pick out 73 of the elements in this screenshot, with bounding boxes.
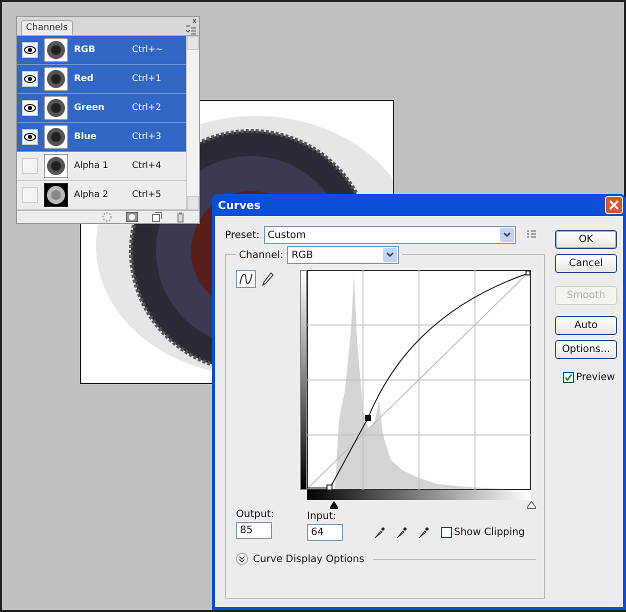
close-icon [609,200,619,210]
channel-row[interactable]: Blue Ctrl+3 [17,123,186,152]
input-label: Input: [307,511,338,522]
channel-row[interactable]: Alpha 1 Ctrl+4 [17,152,186,181]
curve-tool[interactable] [236,270,256,288]
mask-icon[interactable] [126,212,138,222]
curve-display-options-label[interactable]: Curve Display Options [253,554,364,564]
channel-shortcut: Ctrl+5 [132,190,162,200]
input-field[interactable]: 64 [307,524,343,541]
visibility-toggle[interactable] [22,71,38,87]
visibility-toggle[interactable] [22,158,38,174]
preset-label: Preset: [225,230,260,240]
new-channel-icon[interactable] [152,212,162,222]
lens-thumbnail [44,154,68,178]
channel-shortcut: Ctrl+~ [132,45,164,55]
output-label: Output: [236,509,276,520]
channel-row[interactable]: Alpha 2 Ctrl+5 [17,181,186,210]
channel-row[interactable]: Green Ctrl+2 [17,94,186,123]
dialog-button[interactable]: Options... [555,340,617,359]
eyedropper-icon[interactable] [395,525,409,539]
show-clipping-checkbox[interactable] [441,527,452,538]
curve-graph[interactable] [307,270,531,490]
channel-name: Alpha 1 [74,161,110,171]
eyedropper-icon[interactable] [417,525,431,539]
show-clipping-label: Show Clipping [454,527,525,538]
eye-icon [24,133,36,141]
channel-shortcut: Ctrl+1 [132,74,162,84]
dialog-button[interactable]: Auto [555,316,617,335]
visibility-toggle[interactable] [22,42,38,58]
eyedropper-icon[interactable] [373,525,387,539]
channel-dropdown[interactable]: RGB [287,246,400,264]
channel-row[interactable]: RGB Ctrl+~ [17,36,186,65]
preview-checkbox[interactable] [563,372,574,383]
dialog-button[interactable]: Cancel [555,254,617,273]
highlight-slider[interactable] [526,501,536,509]
channel-row[interactable]: Red Ctrl+1 [17,65,186,94]
visibility-toggle[interactable] [22,129,38,145]
dialog-title: Curves [218,198,261,212]
channel-name: Alpha 2 [74,190,110,200]
eye-icon [24,104,36,112]
dialog-button[interactable]: OK [555,230,617,249]
preset-options-icon[interactable] [526,230,538,240]
visibility-toggle[interactable] [22,187,38,203]
chevron-icon [502,232,511,238]
visibility-toggle[interactable] [22,100,38,116]
channel-name: Red [74,74,94,84]
menu-icon[interactable] [185,27,197,35]
shadow-slider[interactable] [330,501,338,509]
dotted-circle-icon[interactable] [102,212,112,222]
close-icon[interactable] [185,17,197,27]
lens-thumbnail [44,183,68,207]
trash-icon[interactable] [176,212,185,222]
output-field[interactable]: 85 [236,522,272,539]
channel-shortcut: Ctrl+3 [132,132,162,142]
eye-icon [24,46,36,54]
chevron-icon [386,252,394,258]
lens-thumbnail [44,67,68,91]
channel-name: Green [74,103,106,113]
lens-thumbnail [44,38,68,62]
panel-tab[interactable]: Channels [21,20,73,35]
expand-icon[interactable] [236,553,248,565]
lens-thumbnail [44,125,68,149]
channel-shortcut: Ctrl+2 [132,103,162,113]
preview-label: Preview [576,372,615,383]
eye-icon [24,75,36,83]
scrollbar[interactable] [186,36,199,210]
channel-name: RGB [74,45,96,55]
lens-thumbnail [44,96,68,120]
close-button[interactable] [605,196,623,214]
channel-shortcut: Ctrl+4 [132,161,162,171]
preset-dropdown[interactable]: Custom [264,226,516,244]
channel-label: Channel: [239,250,284,260]
channel-name: Blue [74,132,98,142]
